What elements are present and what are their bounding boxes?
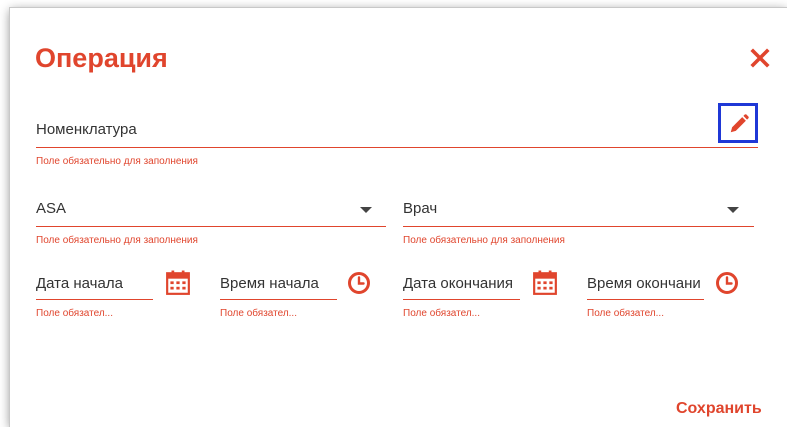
chevron-down-icon[interactable] <box>360 207 372 213</box>
end-date-underline <box>403 299 520 300</box>
asa-select[interactable]: ASA Поле обязательно для заполнения <box>36 199 386 249</box>
start-date-field[interactable]: Дата начала Поле обязател... <box>36 274 153 324</box>
pencil-icon <box>730 114 749 133</box>
end-date-input[interactable]: Дата окончания <box>403 274 516 294</box>
asa-underline <box>36 226 386 227</box>
asa-value: ASA <box>36 200 67 217</box>
close-icon[interactable] <box>748 46 772 70</box>
nomenclature-input[interactable]: Номенклатура <box>36 120 696 140</box>
calendar-icon[interactable] <box>532 270 558 296</box>
start-time-error: Поле обязател... <box>220 308 297 319</box>
start-time-field[interactable]: Время начала Поле обязател... <box>220 274 337 324</box>
end-date-error: Поле обязател... <box>403 308 480 319</box>
start-time-input[interactable]: Время начала <box>220 274 337 294</box>
doctor-underline <box>403 226 754 227</box>
start-date-underline <box>36 299 153 300</box>
doctor-error: Поле обязательно для заполнения <box>403 235 565 246</box>
start-date-error: Поле обязател... <box>36 308 113 319</box>
edit-nomenclature-button[interactable] <box>718 103 758 143</box>
end-date-field[interactable]: Дата окончания Поле обязател... <box>403 274 520 324</box>
nomenclature-error: Поле обязательно для заполнения <box>36 156 198 167</box>
nomenclature-field[interactable]: Номенклатура Поле обязательно для заполн… <box>36 120 758 170</box>
doctor-value: Врач <box>403 200 438 217</box>
dialog-title: Операция <box>35 43 168 73</box>
end-time-underline <box>587 299 704 300</box>
chevron-down-icon[interactable] <box>727 207 739 213</box>
nomenclature-underline <box>36 147 758 148</box>
end-time-input[interactable]: Время окончания <box>587 274 700 294</box>
calendar-icon[interactable] <box>165 270 191 296</box>
end-time-error: Поле обязател... <box>587 308 664 319</box>
clock-icon[interactable] <box>715 271 739 295</box>
start-time-underline <box>220 299 337 300</box>
clock-icon[interactable] <box>347 271 371 295</box>
start-date-input[interactable]: Дата начала <box>36 274 151 294</box>
operation-dialog: Операция Номенклатура Поле обязательно д… <box>10 8 787 427</box>
end-time-field[interactable]: Время окончания Поле обязател... <box>587 274 704 324</box>
doctor-select[interactable]: Врач Поле обязательно для заполнения <box>403 199 754 249</box>
asa-error: Поле обязательно для заполнения <box>36 235 198 246</box>
save-button[interactable]: Сохранить <box>676 399 762 419</box>
